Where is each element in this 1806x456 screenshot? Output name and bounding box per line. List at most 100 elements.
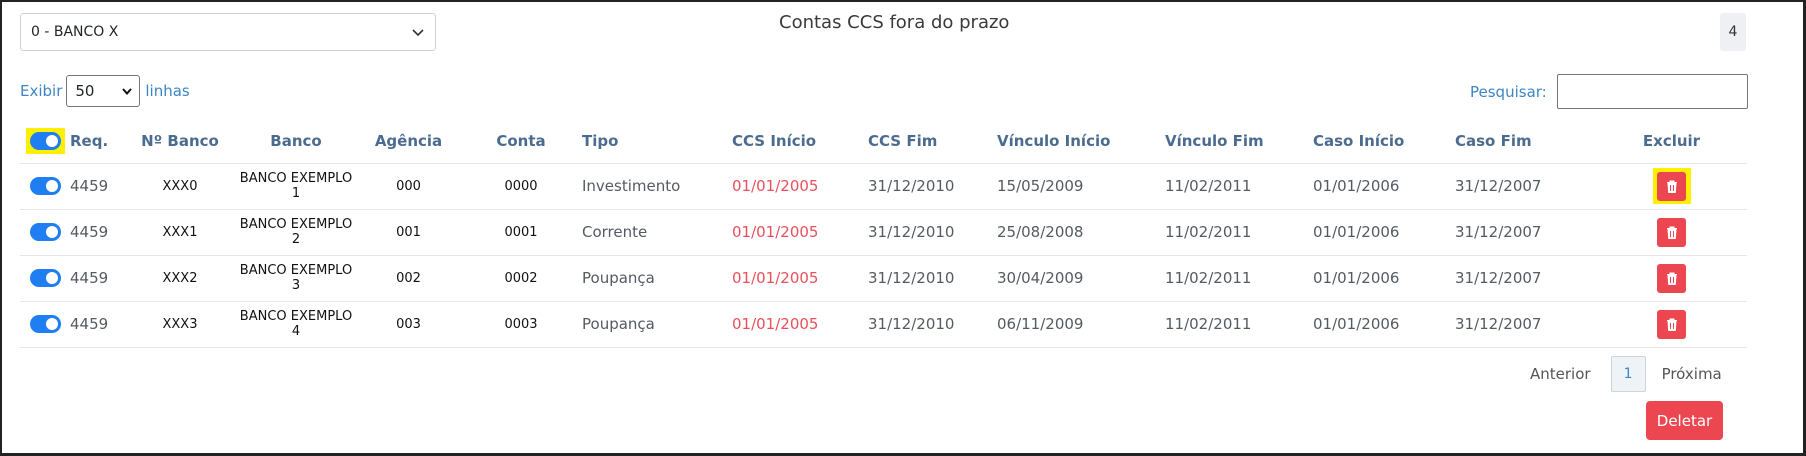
cell-vinculo-fim: 11/02/2011 <box>1165 255 1313 302</box>
cell-tipo: Poupança <box>582 301 732 348</box>
search-input[interactable] <box>1556 74 1748 109</box>
cell-caso-inicio: 01/01/2006 <box>1313 209 1455 256</box>
col-ccs-inicio[interactable]: CCS Início <box>732 120 868 164</box>
cell-conta: 0001 <box>460 209 582 256</box>
chevron-down-icon <box>122 88 133 96</box>
cell-conta: 0003 <box>460 301 582 348</box>
col-conta[interactable]: Conta <box>460 120 582 164</box>
row-delete-button[interactable] <box>1657 309 1686 339</box>
cell-ccs-fim: 31/12/2010 <box>868 209 997 256</box>
count-badge: 4 <box>1720 13 1746 51</box>
pagination-page-1[interactable]: 1 <box>1610 356 1646 392</box>
bank-select-value: 0 - BANCO X <box>31 24 119 40</box>
cell-n-banco: XXX2 <box>125 255 235 302</box>
cell-vinculo-fim: 11/02/2011 <box>1165 163 1313 210</box>
cell-n-banco: XXX1 <box>125 209 235 256</box>
search-label: Pesquisar: <box>1470 82 1547 101</box>
cell-agencia: 003 <box>357 301 460 348</box>
cell-banco: BANCO EXEMPLO 1 <box>235 163 357 210</box>
row-toggle[interactable] <box>29 177 61 196</box>
cell-agencia: 001 <box>357 209 460 256</box>
search-control: Pesquisar: <box>1470 74 1748 109</box>
pagination: Anterior 1 Próxima <box>1530 356 1722 392</box>
cell-ccs-fim: 31/12/2010 <box>868 301 997 348</box>
table-row: 4459 XXX0 BANCO EXEMPLO 1 000 0000 Inves… <box>20 163 1747 210</box>
cell-vinculo-inicio: 06/11/2009 <box>997 301 1165 348</box>
cell-caso-inicio: 01/01/2006 <box>1313 301 1455 348</box>
col-vinculo-inicio[interactable]: Vínculo Início <box>997 120 1165 164</box>
cell-caso-fim: 31/12/2007 <box>1455 255 1596 302</box>
trash-icon <box>1666 180 1677 193</box>
length-suffix: linhas <box>145 82 190 100</box>
cell-req: 4459 <box>70 163 125 210</box>
delete-selected-button[interactable]: Deletar <box>1646 401 1723 440</box>
table-row: 4459 XXX1 BANCO EXEMPLO 2 001 0001 Corre… <box>20 209 1747 256</box>
cell-req: 4459 <box>70 209 125 256</box>
cell-tipo: Investimento <box>582 163 732 210</box>
cell-vinculo-fim: 11/02/2011 <box>1165 301 1313 348</box>
cell-banco: BANCO EXEMPLO 3 <box>235 255 357 302</box>
cell-ccs-fim: 31/12/2010 <box>868 163 997 210</box>
cell-conta: 0002 <box>460 255 582 302</box>
select-all-header <box>20 120 70 164</box>
cell-banco: BANCO EXEMPLO 4 <box>235 301 357 348</box>
col-caso-inicio[interactable]: Caso Início <box>1313 120 1455 164</box>
cell-banco: BANCO EXEMPLO 2 <box>235 209 357 256</box>
cell-caso-fim: 31/12/2007 <box>1455 163 1596 210</box>
col-ccs-fim[interactable]: CCS Fim <box>868 120 997 164</box>
col-req[interactable]: Req. <box>70 120 125 164</box>
row-toggle[interactable] <box>29 269 61 288</box>
col-agencia[interactable]: Agência <box>357 120 460 164</box>
cell-n-banco: XXX3 <box>125 301 235 348</box>
delete-highlight <box>1652 168 1691 204</box>
accounts-table: Req. Nº Banco Banco Agência Conta Tipo C… <box>20 120 1747 348</box>
cell-n-banco: XXX0 <box>125 163 235 210</box>
cell-agencia: 000 <box>357 163 460 210</box>
cell-ccs-inicio: 01/01/2005 <box>732 163 868 210</box>
cell-vinculo-inicio: 30/04/2009 <box>997 255 1165 302</box>
table-row: 4459 XXX2 BANCO EXEMPLO 3 002 0002 Poupa… <box>20 255 1747 302</box>
row-toggle[interactable] <box>29 223 61 242</box>
table-row: 4459 XXX3 BANCO EXEMPLO 4 003 0003 Poupa… <box>20 301 1747 348</box>
col-tipo[interactable]: Tipo <box>582 120 732 164</box>
col-excluir: Excluir <box>1596 120 1747 164</box>
cell-ccs-inicio: 01/01/2005 <box>732 255 868 302</box>
length-prefix: Exibir <box>20 82 63 100</box>
cell-agencia: 002 <box>357 255 460 302</box>
cell-ccs-inicio: 01/01/2005 <box>732 209 868 256</box>
cell-ccs-inicio: 01/01/2005 <box>732 301 868 348</box>
select-all-toggle[interactable] <box>29 132 61 151</box>
pagination-prev[interactable]: Anterior <box>1530 365 1591 383</box>
col-banco[interactable]: Banco <box>235 120 357 164</box>
trash-icon <box>1666 318 1677 331</box>
table-header-row: Req. Nº Banco Banco Agência Conta Tipo C… <box>20 120 1747 164</box>
page-length-control: Exibir 50 linhas <box>20 75 190 107</box>
row-delete-button[interactable] <box>1657 171 1686 201</box>
cell-req: 4459 <box>70 301 125 348</box>
col-vinculo-fim[interactable]: Vínculo Fim <box>1165 120 1313 164</box>
row-delete-button[interactable] <box>1657 263 1686 293</box>
bank-select[interactable]: 0 - BANCO X <box>20 13 436 51</box>
page-title: Contas CCS fora do prazo <box>779 12 1010 33</box>
col-n-banco[interactable]: Nº Banco <box>125 120 235 164</box>
cell-caso-fim: 31/12/2007 <box>1455 209 1596 256</box>
cell-caso-inicio: 01/01/2006 <box>1313 163 1455 210</box>
cell-vinculo-fim: 11/02/2011 <box>1165 209 1313 256</box>
pagination-next[interactable]: Próxima <box>1662 365 1722 383</box>
col-caso-fim[interactable]: Caso Fim <box>1455 120 1596 164</box>
row-delete-button[interactable] <box>1657 217 1686 247</box>
trash-icon <box>1666 272 1677 285</box>
page-length-value: 50 <box>75 82 95 100</box>
page-length-select[interactable]: 50 <box>66 75 141 107</box>
cell-caso-inicio: 01/01/2006 <box>1313 255 1455 302</box>
cell-vinculo-inicio: 15/05/2009 <box>997 163 1165 210</box>
cell-vinculo-inicio: 25/08/2008 <box>997 209 1165 256</box>
cell-tipo: Corrente <box>582 209 732 256</box>
select-all-highlight <box>25 128 65 155</box>
trash-icon <box>1666 226 1677 239</box>
cell-ccs-fim: 31/12/2010 <box>868 255 997 302</box>
cell-req: 4459 <box>70 255 125 302</box>
row-toggle[interactable] <box>29 315 61 334</box>
cell-conta: 0000 <box>460 163 582 210</box>
cell-tipo: Poupança <box>582 255 732 302</box>
